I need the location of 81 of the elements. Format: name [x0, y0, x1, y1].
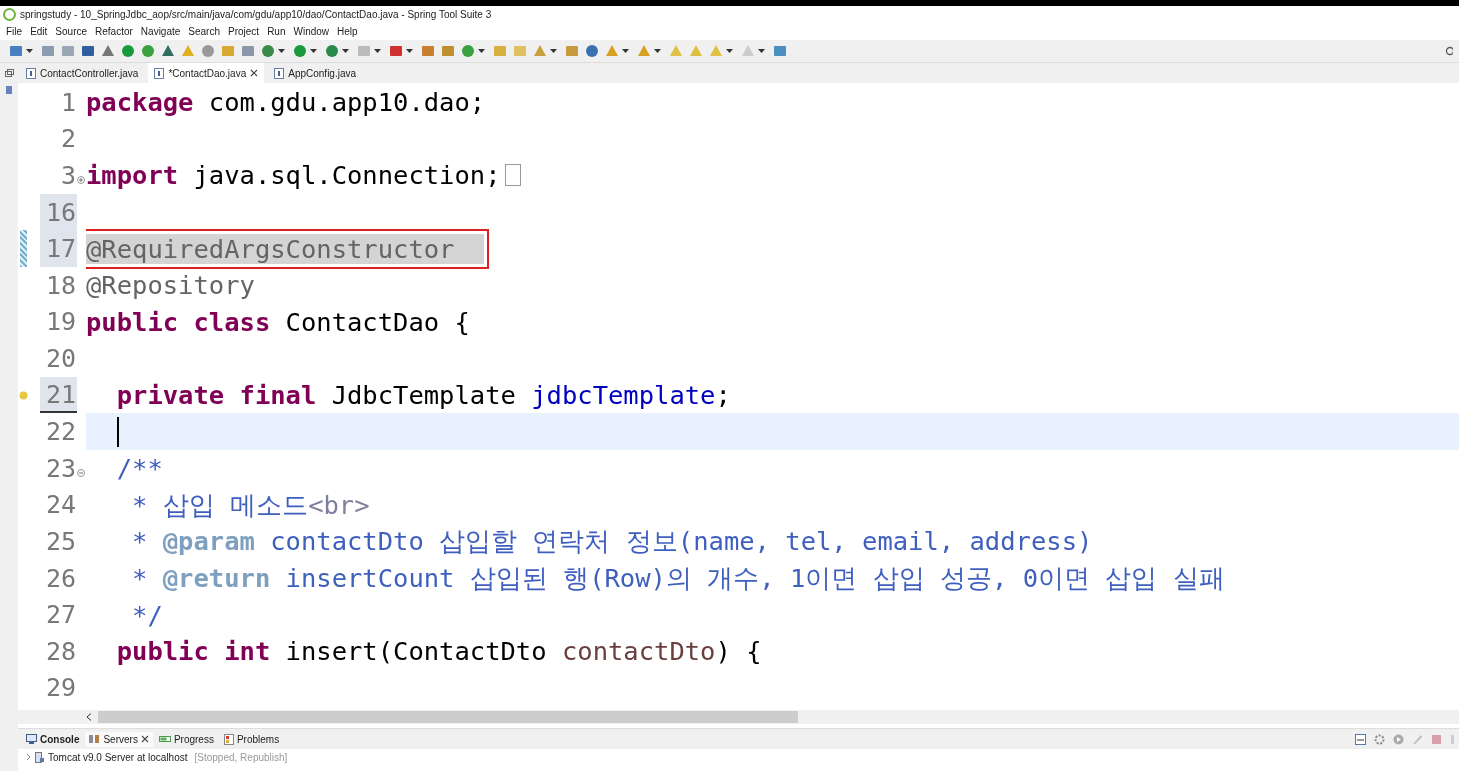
line-number: 17	[39, 230, 77, 267]
caret-icon[interactable]	[654, 49, 661, 53]
window-title: springstudy - 10_SpringJdbc_aop/src/main/java/com/gdu/app10/dao/ContactDao.java - Spring Tool Suite 3	[20, 8, 492, 20]
caret-icon[interactable]	[310, 49, 317, 53]
caret-icon[interactable]	[342, 49, 349, 53]
server-status: [Stopped, Republish]	[194, 751, 288, 763]
caret-icon[interactable]	[622, 49, 629, 53]
java-file-icon	[274, 67, 285, 79]
caret-icon[interactable]	[478, 49, 485, 53]
menu-item[interactable]: Help	[333, 25, 362, 37]
java-file-icon	[26, 67, 36, 79]
servers-icon	[89, 734, 101, 744]
text-cursor	[117, 416, 119, 447]
menu-item[interactable]: File	[2, 25, 27, 37]
line-number: 2	[59, 123, 77, 156]
close-icon[interactable]	[250, 69, 259, 77]
code-line: package com.gdu.app10.dao;	[86, 87, 486, 118]
code-line: @Repository	[86, 270, 255, 301]
panel-tab[interactable]: Progress	[154, 731, 218, 747]
panel-tab[interactable]: Console	[22, 731, 84, 747]
scrollbar-thumb[interactable]	[98, 711, 798, 723]
minimize-icon[interactable]	[1355, 733, 1366, 745]
line-number: 21	[39, 376, 77, 414]
panel-tab[interactable]: Problems	[219, 731, 284, 747]
menu-item[interactable]: Source	[51, 25, 92, 37]
line-number: 29	[44, 672, 77, 705]
line-number: 23	[44, 452, 77, 485]
menu-item[interactable]: Edit	[26, 25, 52, 37]
caret-icon[interactable]	[726, 49, 733, 53]
progress-icon	[158, 735, 171, 743]
line-number: 28	[44, 635, 77, 668]
expand-icon[interactable]	[77, 175, 85, 184]
line-number: 22	[44, 416, 77, 449]
line-number: 26	[44, 562, 77, 595]
menu-item[interactable]: Project	[224, 25, 264, 37]
menu-item[interactable]: Run	[263, 25, 290, 37]
search-icon[interactable]	[1445, 46, 1453, 56]
code-line: /**	[115, 453, 163, 484]
line-number: 25	[44, 525, 77, 558]
scroll-left-icon[interactable]	[86, 713, 92, 721]
gear-icon[interactable]	[1374, 733, 1385, 745]
editor-tab[interactable]: *ContactDao.java	[148, 63, 265, 83]
menu-item[interactable]: Refactor	[91, 25, 137, 37]
line-number: 24	[44, 489, 77, 522]
line-number: 27	[44, 599, 77, 632]
code-editor[interactable]	[18, 83, 1459, 710]
code-line: public int insert(ContactDto contactDto) {	[115, 636, 762, 667]
caret-icon[interactable]	[758, 49, 765, 53]
leaf-logo-icon	[3, 7, 16, 21]
line-number: 1	[59, 86, 77, 119]
java-file-icon	[154, 67, 165, 79]
line-number: 16	[39, 193, 77, 231]
close-icon[interactable]	[140, 735, 149, 743]
caret-icon[interactable]	[374, 49, 381, 53]
menu-item[interactable]: Search	[184, 25, 224, 37]
folded-code-marker[interactable]	[504, 164, 521, 187]
server-icon	[35, 751, 44, 763]
code-line: * @param contactDto 삽입할 연락처 정보(name, tel, email, address)	[131, 526, 1093, 557]
start-icon[interactable]	[1393, 733, 1404, 745]
caret-icon[interactable]	[406, 49, 413, 53]
line-number: 19	[44, 306, 77, 339]
panel-tab[interactable]: Servers	[85, 731, 153, 747]
server-name[interactable]: Tomcat v9.0 Server at localhost	[48, 751, 188, 763]
line-number: 20	[44, 342, 77, 375]
caret-icon[interactable]	[278, 49, 285, 53]
menu-item[interactable]: Window	[289, 25, 334, 37]
code-line: import java.sql.Connection;	[86, 160, 501, 191]
code-line: * 삽입 메소드<br>	[131, 489, 370, 520]
package-explorer-icon[interactable]	[5, 85, 13, 95]
menu-item[interactable]: Navigate	[136, 25, 185, 37]
code-line: */	[131, 599, 163, 630]
code-line: public class ContactDao {	[86, 306, 470, 337]
problems-icon	[223, 733, 234, 745]
line-number: 18	[44, 269, 77, 302]
caret-icon[interactable]	[550, 49, 557, 53]
collapse-icon[interactable]	[77, 468, 85, 477]
code-line: * @return insertCount 삽입된 행(Row)의 개수, 1이면 삽입 성공, 0이면 삽입 실패	[131, 563, 1225, 593]
caret-icon[interactable]	[26, 49, 33, 53]
restore-icon[interactable]	[4, 69, 14, 77]
code-line: private final JdbcTemplate jdbcTemplate;	[115, 380, 731, 411]
line-number: 3	[59, 160, 77, 192]
